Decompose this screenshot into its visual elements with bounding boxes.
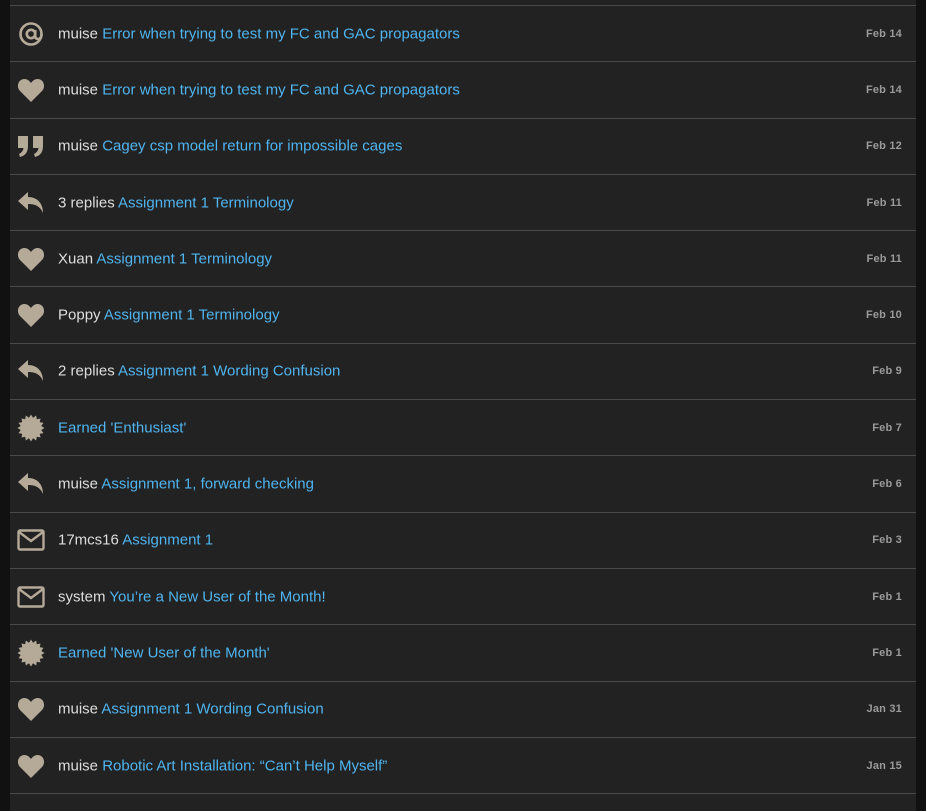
badge-icon (16, 413, 46, 443)
notification-date: Feb 3 (872, 534, 902, 547)
notification-user: Xuan (58, 250, 94, 268)
notification-user: muise (58, 757, 99, 774)
notification-text: Earned 'Enthusiast' (58, 419, 186, 436)
notification-text: system You’re a New User of the Month! (58, 588, 326, 605)
notification-user: muise (58, 700, 99, 718)
notification-title-link[interactable]: Earned 'New User of the Month' (58, 644, 270, 661)
notification-text: 17mcs16 Assignment 1 (58, 532, 213, 549)
envelope-icon (16, 525, 46, 555)
at-icon (16, 19, 46, 49)
notification-date: Feb 11 (866, 196, 902, 209)
notification-text: 2 replies Assignment 1 Wording Confusion (58, 363, 340, 380)
notification-title-link[interactable]: Assignment 1 (122, 532, 213, 549)
notification-item[interactable]: muise Assignment 1 Wording Confusion Jan … (10, 682, 916, 738)
heart-icon (16, 75, 46, 105)
notification-text: muise Assignment 1, forward checking (58, 476, 314, 493)
notification-text: muise Error when trying to test my FC an… (58, 25, 460, 42)
notification-user: muise (58, 81, 99, 99)
notification-user: Poppy (58, 306, 101, 324)
reply-icon (16, 356, 46, 386)
notification-user: muise (58, 475, 99, 493)
notification-item[interactable]: muise Error when trying to test my FC an… (10, 62, 916, 119)
notification-item[interactable]: 3 replies Assignment 1 Terminology Feb 11 (10, 175, 916, 232)
notifications-panel: muise Error when trying to test my FC an… (10, 0, 916, 811)
notification-user: muise (58, 25, 99, 43)
notification-user: muise (58, 137, 99, 155)
notification-date: Feb 12 (865, 140, 902, 153)
notification-date: Feb 1 (872, 590, 902, 603)
notification-date: Jan 15 (866, 759, 902, 772)
notification-title-link[interactable]: Assignment 1, forward checking (101, 476, 314, 493)
quote-icon (16, 131, 46, 161)
notification-text: Poppy Assignment 1 Terminology (58, 307, 280, 324)
notification-title-link[interactable]: Robotic Art Installation: “Can’t Help My… (102, 757, 387, 774)
notification-title-link[interactable]: Error when trying to test my FC and GAC … (102, 81, 460, 98)
notification-item[interactable]: muise Error when trying to test my FC an… (10, 6, 916, 63)
notification-date: Feb 6 (872, 478, 902, 491)
notification-title-link[interactable]: Assignment 1 Terminology (118, 194, 294, 211)
notification-text: muise Cagey csp model return for impossi… (58, 138, 402, 155)
notification-user: 3 replies (58, 194, 115, 212)
reply-icon (16, 188, 46, 218)
notification-user: system (58, 588, 106, 606)
notification-text: muise Robotic Art Installation: “Can’t H… (58, 757, 387, 774)
notification-date: Feb 14 (865, 27, 902, 40)
notification-title-link[interactable]: Cagey csp model return for impossible ca… (102, 138, 402, 155)
notification-date: Feb 9 (872, 365, 902, 378)
heart-icon (16, 244, 46, 274)
notification-title-link[interactable]: You’re a New User of the Month! (109, 588, 325, 605)
notification-item[interactable]: system You’re a New User of the Month! Fe… (10, 569, 916, 626)
notification-date: Feb 14 (865, 83, 902, 96)
notification-list: muise Error when trying to test my FC an… (10, 5, 916, 795)
envelope-icon (16, 582, 46, 612)
notification-item[interactable]: Poppy Assignment 1 Terminology Feb 10 (10, 287, 916, 344)
notification-text: muise Error when trying to test my FC an… (58, 81, 460, 98)
notification-date: Feb 7 (872, 421, 902, 434)
notification-item[interactable]: muise Robotic Art Installation: “Can’t H… (10, 738, 916, 795)
notification-date: Feb 11 (866, 252, 902, 265)
notification-item[interactable]: muise Cagey csp model return for impossi… (10, 119, 916, 175)
reply-icon (16, 469, 46, 499)
heart-icon (16, 694, 46, 724)
notification-item[interactable]: 2 replies Assignment 1 Wording Confusion… (10, 344, 916, 401)
notification-date: Feb 10 (865, 309, 902, 322)
notification-text: 3 replies Assignment 1 Terminology (58, 194, 294, 211)
notification-item[interactable]: Xuan Assignment 1 Terminology Feb 11 (10, 231, 916, 288)
notification-user: 17mcs16 (58, 531, 119, 549)
notification-title-link[interactable]: Assignment 1 Terminology (104, 307, 280, 324)
notification-title-link[interactable]: Assignment 1 Terminology (96, 250, 272, 267)
notification-title-link[interactable]: Error when trying to test my FC and GAC … (102, 25, 460, 42)
badge-icon (16, 638, 46, 668)
notification-date: Feb 1 (872, 646, 902, 659)
notification-title-link[interactable]: Assignment 1 Wording Confusion (118, 363, 340, 380)
heart-icon (16, 751, 46, 781)
notification-item[interactable]: Earned 'Enthusiast' Feb 7 (10, 400, 916, 457)
notification-item[interactable]: Earned 'New User of the Month' Feb 1 (10, 625, 916, 682)
notification-item[interactable]: 17mcs16 Assignment 1 Feb 3 (10, 513, 916, 569)
notification-text: Earned 'New User of the Month' (58, 644, 270, 661)
heart-icon (16, 300, 46, 330)
notification-text: muise Assignment 1 Wording Confusion (58, 701, 324, 718)
notification-title-link[interactable]: Assignment 1 Wording Confusion (101, 701, 323, 718)
notification-title-link[interactable]: Earned 'Enthusiast' (58, 419, 186, 436)
notification-date: Jan 31 (866, 703, 902, 716)
notification-item[interactable]: muise Assignment 1, forward checking Feb … (10, 456, 916, 513)
notification-text: Xuan Assignment 1 Terminology (58, 250, 272, 267)
notification-user: 2 replies (58, 362, 115, 380)
